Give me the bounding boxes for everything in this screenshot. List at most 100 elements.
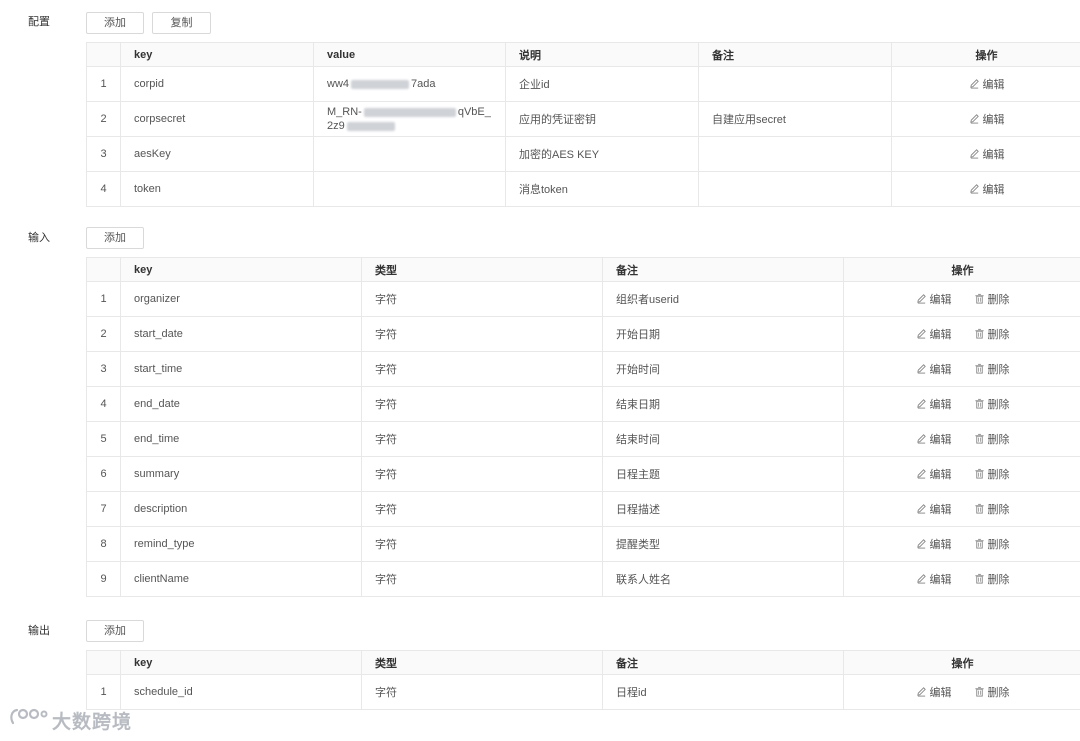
- table-row: 4 end_date 字符 结束日期 编辑 删除: [86, 386, 1080, 422]
- table-row: 7 description 字符 日程描述 编辑 删除: [86, 491, 1080, 527]
- row-actions: 编辑: [891, 171, 1080, 207]
- delete-button[interactable]: 删除: [974, 361, 1010, 377]
- key-header: key: [120, 257, 362, 282]
- row-index: 7: [86, 491, 121, 527]
- trash-icon: [974, 398, 985, 409]
- delete-button[interactable]: 删除: [974, 571, 1010, 587]
- row-index: 6: [86, 456, 121, 492]
- row-type: 字符: [361, 456, 603, 492]
- row-type: 字符: [361, 526, 603, 562]
- row-value: [313, 171, 506, 207]
- row-desc: 消息token: [505, 171, 699, 207]
- config-add-button[interactable]: 添加: [86, 12, 144, 34]
- config-copy-button[interactable]: 复制: [152, 12, 211, 34]
- table-row: 5 end_time 字符 结束时间 编辑 删除: [86, 421, 1080, 457]
- table-header-row: key 类型 备注 操作: [86, 650, 1080, 675]
- edit-button[interactable]: 编辑: [969, 146, 1005, 162]
- trash-icon: [974, 503, 985, 514]
- delete-button[interactable]: 删除: [974, 466, 1010, 482]
- value-suffix: qVbE_: [457, 106, 491, 118]
- row-key: start_date: [120, 316, 362, 352]
- row-key: summary: [120, 456, 362, 492]
- edit-button[interactable]: 编辑: [916, 571, 952, 587]
- row-note: 开始时间: [602, 351, 844, 387]
- output-section-label: 输出: [28, 625, 50, 637]
- delete-button[interactable]: 删除: [974, 536, 1010, 552]
- input-section-label: 输入: [28, 232, 50, 244]
- row-value: ww4 7ada: [313, 66, 506, 102]
- edit-button[interactable]: 编辑: [916, 361, 952, 377]
- key-header: key: [120, 650, 362, 675]
- row-actions: 编辑 删除: [843, 456, 1080, 492]
- edit-button[interactable]: 编辑: [969, 76, 1005, 92]
- row-actions: 编辑 删除: [843, 674, 1080, 710]
- actions-header: 操作: [843, 257, 1080, 282]
- edit-button[interactable]: 编辑: [916, 396, 952, 412]
- row-actions: 编辑 删除: [843, 561, 1080, 597]
- note-header: 备注: [698, 42, 892, 67]
- edit-button[interactable]: 编辑: [969, 181, 1005, 197]
- pencil-icon: [969, 113, 980, 124]
- edit-button[interactable]: 编辑: [969, 111, 1005, 127]
- row-desc: 企业id: [505, 66, 699, 102]
- type-header: 类型: [361, 650, 603, 675]
- input-add-button[interactable]: 添加: [86, 227, 144, 249]
- edit-button[interactable]: 编辑: [916, 536, 952, 552]
- delete-button[interactable]: 删除: [974, 291, 1010, 307]
- output-add-button[interactable]: 添加: [86, 620, 144, 642]
- row-key: remind_type: [120, 526, 362, 562]
- row-actions: 编辑 删除: [843, 281, 1080, 317]
- edit-button[interactable]: 编辑: [916, 291, 952, 307]
- trash-icon: [974, 293, 985, 304]
- row-type: 字符: [361, 281, 603, 317]
- row-key: token: [120, 171, 314, 207]
- delete-button[interactable]: 删除: [974, 326, 1010, 342]
- edit-button[interactable]: 编辑: [916, 431, 952, 447]
- redacted-blur: [351, 79, 410, 89]
- desc-header: 说明: [505, 42, 699, 67]
- table-header-row: key value 说明 备注 操作: [86, 42, 1080, 67]
- row-note: 自建应用secret: [698, 101, 892, 137]
- row-note: 结束日期: [602, 386, 844, 422]
- row-actions: 编辑: [891, 101, 1080, 137]
- value-prefix: ww4: [327, 78, 350, 90]
- row-note: [698, 66, 892, 102]
- pencil-icon: [969, 78, 980, 89]
- pencil-icon: [916, 328, 927, 339]
- row-key: corpsecret: [120, 101, 314, 137]
- pencil-icon: [969, 148, 980, 159]
- note-header: 备注: [602, 650, 844, 675]
- edit-button[interactable]: 编辑: [916, 466, 952, 482]
- table-row: 1 corpid ww4 7ada 企业id 编辑: [86, 66, 1080, 102]
- row-type: 字符: [361, 351, 603, 387]
- pencil-icon: [916, 468, 927, 479]
- delete-button[interactable]: 删除: [974, 431, 1010, 447]
- delete-button[interactable]: 删除: [974, 684, 1010, 700]
- pencil-icon: [969, 183, 980, 194]
- row-value: M_RN-qVbE_ 2z9: [313, 101, 506, 137]
- edit-button[interactable]: 编辑: [916, 684, 952, 700]
- table-row: 1 organizer 字符 组织者userid 编辑 删除: [86, 281, 1080, 317]
- row-key: aesKey: [120, 136, 314, 172]
- row-key: start_time: [120, 351, 362, 387]
- pencil-icon: [916, 503, 927, 514]
- row-key: clientName: [120, 561, 362, 597]
- delete-button[interactable]: 删除: [974, 501, 1010, 517]
- table-header-row: key 类型 备注 操作: [86, 257, 1080, 282]
- delete-button[interactable]: 删除: [974, 396, 1010, 412]
- row-index: 5: [86, 421, 121, 457]
- row-note: 结束时间: [602, 421, 844, 457]
- row-note: 提醒类型: [602, 526, 844, 562]
- edit-button[interactable]: 编辑: [916, 501, 952, 517]
- table-row: 2 start_date 字符 开始日期 编辑 删除: [86, 316, 1080, 352]
- row-index: 4: [86, 171, 121, 207]
- watermark-text: 大数跨境: [52, 711, 133, 733]
- row-key: schedule_id: [120, 674, 362, 710]
- watermark: 大数跨境: [8, 706, 132, 734]
- actions-header: 操作: [843, 650, 1080, 675]
- edit-button[interactable]: 编辑: [916, 326, 952, 342]
- trash-icon: [974, 573, 985, 584]
- row-note: 开始日期: [602, 316, 844, 352]
- row-note: 日程主题: [602, 456, 844, 492]
- table-row: 3 aesKey 加密的AES KEY 编辑: [86, 136, 1080, 172]
